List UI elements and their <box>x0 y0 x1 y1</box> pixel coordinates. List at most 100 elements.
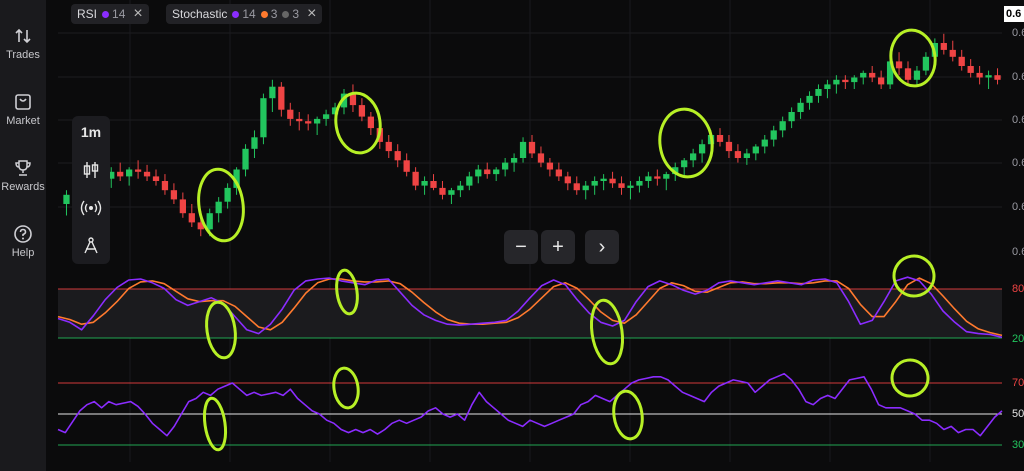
candle-body <box>430 181 437 188</box>
candle-body <box>305 121 312 124</box>
candle-body <box>654 176 661 179</box>
annotation-circle <box>658 107 714 179</box>
candle-body <box>242 148 249 170</box>
candle-body <box>394 151 401 161</box>
candle-body <box>743 153 750 158</box>
candle-body <box>904 68 912 80</box>
rsi-level-70: 70 <box>1012 377 1024 389</box>
candle-body <box>188 213 195 223</box>
candle-body <box>797 102 804 112</box>
indicator-chip-stochastic[interactable]: Stochastic 14 3 3 × <box>166 4 323 24</box>
annotation-circle <box>202 396 228 452</box>
candle-body <box>725 141 733 152</box>
rsi-level-30: 30 <box>1012 439 1024 451</box>
candle-body <box>851 77 858 83</box>
annotation-circle <box>332 366 360 410</box>
broadcast-icon[interactable] <box>72 198 110 223</box>
candle-body <box>663 174 670 179</box>
stoch-chip-k: 14 <box>242 7 256 21</box>
rsi-level-50: 50 <box>1012 408 1024 420</box>
candle-body <box>752 146 759 154</box>
candle-body <box>143 171 151 177</box>
candle-body <box>600 178 607 181</box>
candle-body <box>815 89 822 96</box>
candle-body <box>949 49 956 57</box>
candle-body <box>260 98 267 138</box>
candle-body <box>958 56 965 66</box>
candle-body <box>117 171 124 177</box>
close-icon[interactable]: × <box>307 6 316 22</box>
zoom-in-button[interactable]: + <box>541 230 575 264</box>
candle-body <box>833 79 840 85</box>
candle-body <box>546 162 554 170</box>
candle-body <box>690 153 697 161</box>
price-axis-label: 0.6 <box>1012 246 1024 258</box>
stoch-chip-name: Stochastic <box>172 7 228 21</box>
candle-body <box>842 79 849 83</box>
candle-body <box>869 72 876 78</box>
candle-body <box>251 137 258 149</box>
candle-body <box>913 70 921 80</box>
candle-body <box>770 130 777 140</box>
candle-body <box>779 121 786 131</box>
compass-icon[interactable] <box>72 236 110 261</box>
candle-body <box>716 135 724 142</box>
candle-body <box>510 158 518 163</box>
candle-body <box>215 201 222 214</box>
candle-body <box>484 169 491 175</box>
annotation-circle <box>612 389 644 441</box>
candle-body <box>528 141 536 154</box>
candle-body <box>994 75 1001 80</box>
candle-body <box>314 118 321 124</box>
candle-body <box>287 109 294 119</box>
rsi-color-dot <box>102 10 110 18</box>
candle-body <box>412 171 419 186</box>
stoch-chip-d: 3 <box>270 7 278 21</box>
zoom-out-button[interactable]: − <box>504 230 538 264</box>
candle-body <box>134 169 142 172</box>
candle-body <box>367 116 374 129</box>
candle-body <box>421 181 428 186</box>
indicator-chip-rsi[interactable]: RSI 14 × <box>71 4 149 24</box>
candle-body <box>519 141 527 158</box>
rsi-chip-period: 14 <box>112 7 126 21</box>
close-icon[interactable]: × <box>133 6 142 22</box>
candle-body <box>206 213 213 230</box>
stoch-band-fill <box>58 289 1002 338</box>
candlestick-series <box>63 33 1001 237</box>
candle-body <box>224 187 231 202</box>
annotation-circle <box>334 91 382 155</box>
candle-body <box>627 185 634 188</box>
candle-body <box>403 160 410 172</box>
candle-body <box>976 72 983 78</box>
stoch-smooth-dot <box>282 10 290 18</box>
candle-body <box>475 169 482 177</box>
annotation-circle <box>890 358 930 398</box>
candle-body <box>878 77 885 85</box>
candle-body <box>636 181 643 186</box>
scroll-right-button[interactable]: › <box>585 230 619 264</box>
stoch-k-dot <box>232 10 240 18</box>
candle-body <box>698 144 706 154</box>
candle-body <box>439 187 446 195</box>
rsi-chip-name: RSI <box>77 7 98 21</box>
candles-icon[interactable] <box>72 160 110 185</box>
candle-body <box>645 176 652 181</box>
candle-body <box>322 114 330 119</box>
candle-body <box>734 151 742 158</box>
candle-body <box>385 141 392 152</box>
candle-body <box>806 95 813 103</box>
price-axis-label: 0.6 <box>1012 114 1024 126</box>
price-axis-label: 0.6 <box>1012 201 1024 213</box>
candle-body <box>618 183 625 188</box>
candle-body <box>824 84 831 89</box>
candle-body <box>152 176 160 181</box>
candle-body <box>681 160 688 168</box>
stoch-level-80: 80 <box>1012 283 1024 295</box>
candle-body <box>788 112 795 122</box>
candle-body <box>179 199 186 214</box>
candle-body <box>269 86 276 99</box>
candle-body <box>170 190 178 200</box>
annotation-circle <box>889 28 937 88</box>
timeframe-button[interactable]: 1m <box>72 124 110 140</box>
